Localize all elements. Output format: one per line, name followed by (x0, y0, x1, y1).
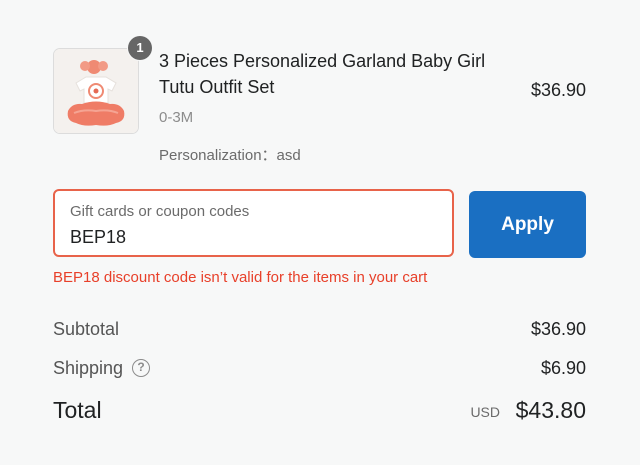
subtotal-label: Subtotal (53, 319, 120, 339)
product-variant: 0-3M (159, 109, 194, 126)
quantity-badge: 1 (128, 36, 152, 60)
product-title: 3 Pieces Personalized Garland Baby Girl … (159, 51, 486, 97)
total-value: $43.80 (515, 397, 586, 423)
cart-line-item: 1 3 Pieces Personalized Garland Baby Gir… (53, 36, 586, 166)
discount-code-field[interactable]: Gift cards or coupon codes (53, 189, 454, 257)
product-personalization: Personalization：asd (159, 147, 301, 164)
discount-error-message: BEP18 discount code isn’t valid for the … (53, 269, 428, 286)
question-circle-icon[interactable]: ? (132, 359, 150, 377)
discount-code-input[interactable] (70, 225, 430, 249)
shipping-value: $6.90 (540, 358, 586, 378)
subtotal-row: Subtotal $36.90 (53, 319, 586, 341)
total-row: Total USD $43.80 (53, 397, 586, 425)
apply-button[interactable]: Apply (469, 191, 586, 258)
subtotal-value: $36.90 (530, 319, 586, 339)
product-thumbnail (53, 48, 139, 134)
shipping-row: Shipping ? $6.90 (53, 358, 586, 380)
discount-code-label: Gift cards or coupon codes (70, 203, 250, 220)
line-item-price: $36.90 (530, 80, 586, 100)
total-currency: USD (470, 404, 500, 420)
shipping-label: Shipping (53, 358, 124, 378)
total-label: Total (53, 397, 102, 423)
